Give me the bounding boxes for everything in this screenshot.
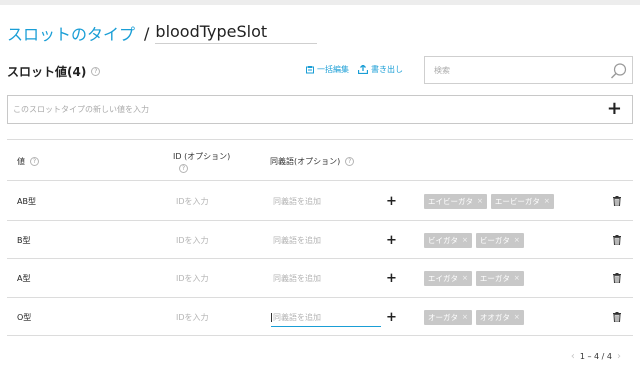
next-page-icon[interactable]: ›	[617, 351, 621, 362]
remove-chip-icon[interactable]: ×	[477, 194, 483, 209]
synonym-chip: エイビーガタ ×	[424, 194, 487, 209]
slot-value[interactable]: AB型	[17, 196, 36, 207]
add-synonym-button[interactable]: +	[386, 272, 397, 285]
delete-row-icon[interactable]	[613, 196, 621, 206]
synonym-chip-label: エーガタ	[479, 274, 510, 283]
bulk-edit-label: 一括編集	[317, 65, 349, 74]
id-input[interactable]: IDを入力	[176, 196, 209, 207]
remove-chip-icon[interactable]: ×	[462, 233, 468, 248]
page-range: 1 – 4 / 4	[579, 352, 612, 361]
divider	[7, 297, 633, 298]
slot-value[interactable]: B型	[17, 235, 31, 246]
synonym-chip: オオガタ ×	[475, 310, 524, 325]
synonym-chips: オーガタ × オオガタ ×	[424, 310, 528, 325]
synonym-chips: エイビーガタ × エービーガタ ×	[424, 194, 558, 209]
page-header: スロットのタイプ / bloodTypeSlot	[7, 21, 318, 45]
slot-type-name-field[interactable]: bloodTypeSlot	[155, 22, 318, 44]
slot-value[interactable]: O型	[17, 312, 31, 323]
synonym-chip-label: エイガタ	[428, 274, 458, 283]
synonym-chip-label: ビイガタ	[428, 236, 458, 245]
add-value-button[interactable]: +	[607, 99, 622, 119]
add-synonym-button[interactable]: +	[386, 311, 397, 324]
divider	[7, 220, 633, 221]
top-bar	[0, 0, 640, 5]
synonym-chip: ビーガタ ×	[475, 233, 524, 248]
toolbar-actions: 一括編集 書き出し	[306, 64, 412, 75]
id-input[interactable]: IDを入力	[176, 235, 209, 246]
synonym-chip-label: オオガタ	[479, 313, 510, 322]
add-synonym-button[interactable]: +	[386, 195, 397, 208]
remove-chip-icon[interactable]: ×	[544, 194, 550, 209]
page-title[interactable]: スロットのタイプ	[7, 21, 135, 45]
column-header-id: ID (オプション) ?	[173, 151, 230, 173]
slot-values-heading: スロット値(4) ?	[7, 63, 101, 80]
export-icon	[358, 65, 368, 74]
delete-row-icon[interactable]	[613, 235, 621, 245]
column-header-synonyms: 同義語(オプション) ?	[270, 156, 355, 167]
search-box	[424, 56, 633, 84]
export-button[interactable]: 書き出し	[358, 64, 403, 75]
synonym-chips: エイガタ × エーガタ ×	[424, 271, 528, 286]
id-input[interactable]: IDを入力	[176, 312, 209, 323]
synonym-chip: ビイガタ ×	[424, 233, 472, 248]
synonym-chip: オーガタ ×	[424, 310, 472, 325]
column-header-value: 値 ?	[17, 156, 39, 167]
new-value-box: +	[7, 95, 633, 124]
prev-page-icon[interactable]: ‹	[571, 351, 575, 362]
help-icon[interactable]: ?	[91, 67, 101, 76]
bulk-edit-button[interactable]: 一括編集	[306, 64, 349, 75]
delete-row-icon[interactable]	[613, 312, 621, 322]
help-icon[interactable]: ?	[345, 157, 355, 166]
synonym-input[interactable]: 同義語を追加	[273, 235, 321, 246]
text-caret	[271, 313, 272, 322]
synonym-chip: エイガタ ×	[424, 271, 472, 286]
add-synonym-button[interactable]: +	[386, 234, 397, 247]
help-icon[interactable]: ?	[30, 157, 39, 166]
synonym-chip-label: オーガタ	[428, 313, 458, 322]
synonym-chip: エーガタ ×	[475, 271, 524, 286]
synonym-input[interactable]: 同義語を追加	[273, 273, 321, 284]
bulk-edit-icon	[306, 65, 314, 73]
column-value-label: 値	[17, 157, 25, 166]
divider	[7, 258, 633, 259]
synonym-chip-label: ビーガタ	[479, 236, 510, 245]
synonym-placeholder: 同義語を追加	[273, 313, 321, 322]
synonym-chip: エービーガタ ×	[490, 194, 554, 209]
synonym-chip-label: エービーガタ	[494, 197, 540, 206]
search-icon[interactable]	[610, 62, 628, 84]
search-input[interactable]	[434, 57, 604, 83]
synonym-chip-label: エイビーガタ	[428, 197, 473, 206]
remove-chip-icon[interactable]: ×	[462, 310, 468, 325]
id-input[interactable]: IDを入力	[176, 273, 209, 284]
slot-value[interactable]: A型	[17, 273, 30, 284]
synonym-chips: ビイガタ × ビーガタ ×	[424, 233, 528, 248]
title-separator: /	[144, 23, 150, 43]
divider	[7, 335, 633, 336]
divider	[7, 139, 633, 140]
slot-values-label: スロット値(4)	[7, 65, 87, 79]
remove-chip-icon[interactable]: ×	[514, 310, 520, 325]
remove-chip-icon[interactable]: ×	[514, 271, 520, 286]
column-id-label: ID (オプション)	[173, 152, 231, 161]
new-value-input[interactable]	[13, 96, 573, 123]
remove-chip-icon[interactable]: ×	[514, 233, 520, 248]
remove-chip-icon[interactable]: ×	[462, 271, 468, 286]
divider	[7, 180, 633, 181]
export-label: 書き出し	[371, 65, 403, 74]
help-icon[interactable]: ?	[179, 164, 188, 173]
synonym-input-focused[interactable]: 同義語を追加	[271, 312, 381, 327]
synonym-input[interactable]: 同義語を追加	[273, 196, 321, 207]
delete-row-icon[interactable]	[613, 273, 621, 283]
pagination: ‹ 1 – 4 / 4 ›	[566, 351, 626, 362]
column-synonyms-label: 同義語(オプション)	[270, 157, 341, 166]
